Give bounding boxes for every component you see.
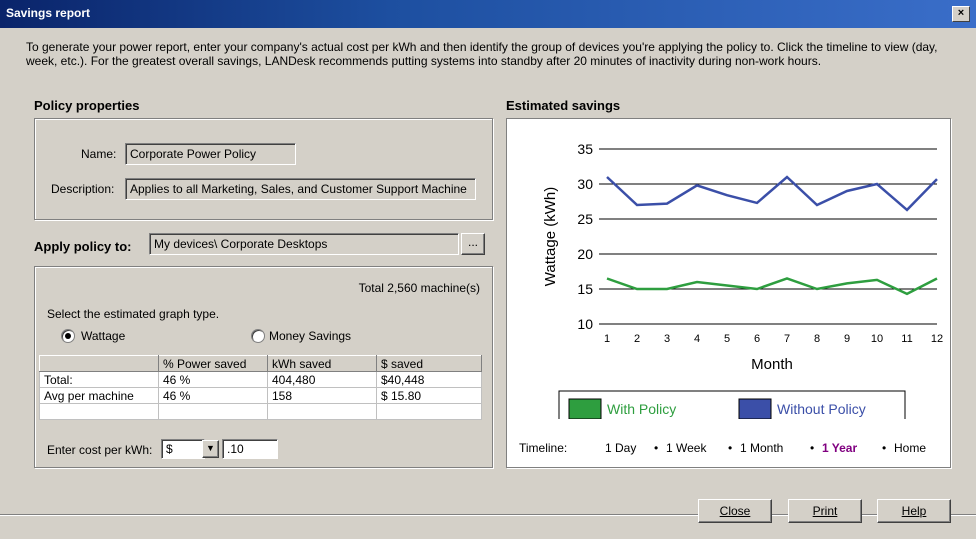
- y-axis-label: Wattage (kWh): [542, 187, 559, 286]
- apply-policy-label: Apply policy to:: [34, 239, 132, 254]
- table-row: Total: 46 % 404,480 $40,448: [39, 371, 482, 388]
- table-cell: 46 %: [158, 371, 268, 388]
- legend-label: Without Policy: [777, 401, 866, 417]
- x-tick-label: 8: [814, 333, 820, 345]
- name-label: Name:: [81, 147, 117, 161]
- money-savings-radio-label[interactable]: Money Savings: [269, 329, 351, 343]
- y-tick-label: 30: [577, 176, 593, 192]
- y-tick-label: 15: [577, 281, 593, 297]
- column-header: % Power saved: [158, 355, 268, 372]
- estimated-savings-group: 10 15 20 25 30 35 1 2 3 4 5 6 7 8 9 10 11 12 Month Wattage …: [506, 118, 951, 468]
- wattage-radio-label[interactable]: Wattage: [81, 329, 125, 343]
- timeline-item-1-week[interactable]: 1 Week: [666, 441, 706, 455]
- browse-devices-button[interactable]: ...: [461, 233, 485, 255]
- x-tick-label: 12: [931, 333, 943, 345]
- table-cell: [158, 403, 268, 420]
- table-cell: [39, 403, 159, 420]
- timeline-bar: Timeline: 1 Day • 1 Week • 1 Month • 1 Year • Ho…: [519, 441, 939, 457]
- table-row: Avg per machine 46 % 158 $ 15.80: [39, 387, 482, 404]
- table-header-row: % Power saved kWh saved $ saved: [39, 355, 482, 372]
- without-policy-line: [606, 175, 938, 212]
- timeline-item-1-month[interactable]: 1 Month: [740, 441, 783, 455]
- y-tick-label: 20: [577, 246, 593, 262]
- x-tick-label: 3: [664, 333, 670, 345]
- help-button[interactable]: Help: [877, 499, 951, 523]
- table-cell: Avg per machine: [39, 387, 159, 404]
- y-tick-label: 10: [577, 316, 593, 332]
- help-button-label: Help: [901, 504, 927, 518]
- graph-type-prompt: Select the estimated graph type.: [47, 307, 220, 321]
- timeline-separator: •: [654, 441, 659, 455]
- timeline-item-home[interactable]: Home: [894, 441, 926, 455]
- close-window-icon[interactable]: ×: [952, 6, 970, 22]
- savings-chart: 1015202530351 2 3 4 5 6 7 8 9 10 11 12MonthWattage …: [542, 141, 943, 419]
- table-cell: $ 15.80: [376, 387, 482, 404]
- window-title: Savings report: [6, 6, 91, 20]
- close-button-label: Close: [719, 504, 751, 518]
- money-savings-radio[interactable]: [251, 329, 265, 343]
- dialog-body: To generate your power report, enter you…: [0, 28, 976, 539]
- timeline-label: Timeline:: [519, 441, 568, 455]
- x-tick-label: 5: [724, 333, 730, 345]
- table-cell: [267, 403, 377, 420]
- wattage-radio[interactable]: [61, 329, 75, 343]
- table-row: [39, 403, 482, 420]
- x-tick-label: 9: [844, 333, 850, 345]
- x-tick-label: 6: [754, 333, 760, 345]
- savings-stats-group: Total 2,560 machine(s) Select the estima…: [34, 266, 493, 468]
- title-bar: Savings report ×: [0, 0, 976, 28]
- column-header: $ saved: [376, 355, 482, 372]
- table-cell: $40,448: [376, 371, 482, 388]
- timeline-item-1-year[interactable]: 1 Year: [822, 441, 857, 455]
- column-header: [39, 355, 159, 372]
- table-cell: Total:: [39, 371, 159, 388]
- x-tick-label: 11: [901, 333, 912, 345]
- cost-per-kwh-input[interactable]: .10: [222, 439, 278, 459]
- y-tick-label: 35: [577, 141, 593, 157]
- wattage-radio-dot: [65, 333, 71, 339]
- currency-select[interactable]: $: [161, 439, 205, 459]
- table-cell: 404,480: [267, 371, 377, 388]
- legend-swatch: [568, 398, 602, 419]
- policy-properties-heading: Policy properties: [34, 98, 140, 113]
- table-cell: 46 %: [158, 387, 268, 404]
- policy-name-field: Corporate Power Policy: [125, 143, 296, 165]
- x-tick-label: 2: [634, 333, 640, 345]
- print-button[interactable]: Print: [788, 499, 862, 523]
- description-label: Description:: [51, 182, 115, 196]
- table-cell: 158: [267, 387, 377, 404]
- x-tick-label: 10: [871, 333, 883, 345]
- table-cell: [376, 403, 482, 420]
- legend-label: With Policy: [607, 401, 676, 417]
- intro-text: To generate your power report, enter you…: [26, 40, 938, 68]
- print-button-label: Print: [812, 504, 838, 518]
- timeline-item-1-day[interactable]: 1 Day: [605, 441, 636, 455]
- currency-dropdown-arrow-icon[interactable]: ▼: [202, 440, 219, 458]
- timeline-separator: •: [882, 441, 887, 455]
- x-tick-label: 1: [604, 333, 610, 345]
- timeline-separator: •: [728, 441, 733, 455]
- close-button[interactable]: Close: [698, 499, 772, 523]
- legend-swatch: [738, 398, 772, 419]
- x-tick-label: 7: [784, 333, 790, 345]
- estimated-savings-heading: Estimated savings: [506, 98, 621, 113]
- apply-policy-target-field[interactable]: My devices\ Corporate Desktops: [149, 233, 459, 255]
- x-axis-label: Month: [751, 356, 793, 373]
- cost-per-kwh-label: Enter cost per kWh:: [47, 443, 153, 457]
- savings-table: % Power saved kWh saved $ saved Total: 4…: [39, 355, 482, 420]
- x-tick-label: 4: [694, 333, 700, 345]
- timeline-separator: •: [810, 441, 815, 455]
- policy-description-field: Applies to all Marketing, Sales, and Cus…: [125, 178, 476, 200]
- column-header: kWh saved: [267, 355, 377, 372]
- policy-properties-group: Name: Corporate Power Policy Description…: [34, 118, 493, 220]
- y-tick-label: 25: [577, 211, 593, 227]
- total-machines-label: Total 2,560 machine(s): [358, 281, 480, 295]
- with-policy-line: [606, 277, 938, 296]
